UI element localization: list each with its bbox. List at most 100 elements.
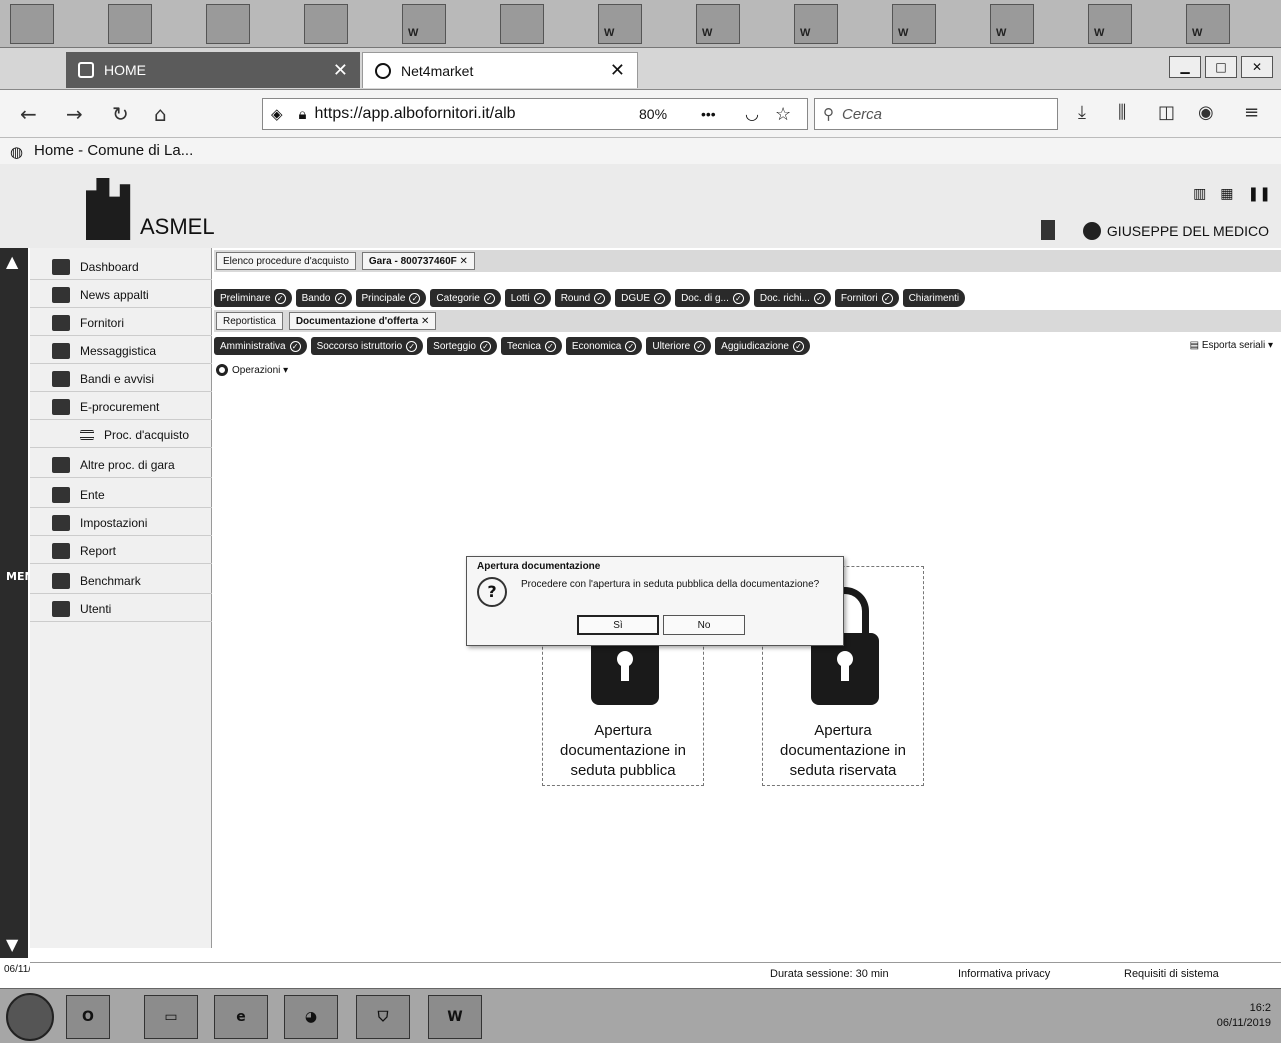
- window-thumbnail[interactable]: W: [598, 4, 642, 44]
- tab-home[interactable]: HOME ✕: [66, 52, 360, 88]
- page-actions-icon[interactable]: •••: [701, 106, 716, 122]
- bookmark-star-icon[interactable]: ☆: [775, 104, 791, 125]
- breadcrumb-gara[interactable]: Gara - 800737460F ✕: [361, 252, 475, 270]
- sidebar-item[interactable]: Bandi e avvisi: [30, 366, 212, 392]
- close-window-button[interactable]: ✕: [1241, 56, 1273, 78]
- back-icon[interactable]: ←: [20, 102, 37, 126]
- shield-icon[interactable]: ◈: [271, 105, 283, 123]
- window-thumbnail[interactable]: [304, 4, 348, 44]
- window-thumbnail[interactable]: W: [696, 4, 740, 44]
- close-tab-icon[interactable]: ✕: [333, 60, 348, 81]
- step-tab[interactable]: Sorteggio ✓: [427, 337, 497, 355]
- step-tab[interactable]: Amministrativa ✓: [214, 337, 307, 355]
- forward-icon[interactable]: →: [66, 102, 83, 126]
- thumbnail-label: W: [604, 27, 615, 39]
- folder-icon[interactable]: ▭: [144, 995, 198, 1039]
- sidebar-item[interactable]: Fornitori: [30, 310, 212, 336]
- step-tab[interactable]: Categorie ✓: [430, 289, 501, 307]
- step-tab[interactable]: Lotti ✓: [504, 289, 551, 307]
- step-tab[interactable]: Bando ✓: [295, 289, 352, 307]
- close-tab-icon[interactable]: ✕: [610, 60, 625, 81]
- extension-icon[interactable]: ◉: [1198, 102, 1214, 123]
- maximize-button[interactable]: □: [1205, 56, 1237, 78]
- breadcrumb-documentazione[interactable]: Documentazione d'offerta ✕: [288, 312, 437, 330]
- sidebar-item[interactable]: Utenti: [30, 596, 212, 622]
- sidebar-item[interactable]: Benchmark: [30, 568, 212, 594]
- layout-icon[interactable]: ▥: [1193, 186, 1206, 202]
- requirements-link[interactable]: Requisiti di sistema: [1124, 968, 1219, 980]
- confirm-dialog: Apertura documentazione ? Procedere con …: [466, 556, 844, 646]
- breadcrumb-reportistica[interactable]: Reportistica: [216, 312, 283, 330]
- chevron-up-icon[interactable]: ▲: [6, 252, 18, 271]
- breadcrumb-procedures[interactable]: Elenco procedure d'acquisto: [216, 252, 356, 270]
- home-icon[interactable]: ⌂: [154, 102, 167, 126]
- menu-icon[interactable]: ≡: [1244, 102, 1259, 123]
- privacy-link[interactable]: Informativa privacy: [958, 968, 1050, 980]
- sidebar-item[interactable]: Messaggistica: [30, 338, 212, 364]
- no-button[interactable]: No: [663, 615, 745, 635]
- minimize-button[interactable]: ▁: [1169, 56, 1201, 78]
- pocket-icon[interactable]: ◡: [745, 104, 759, 124]
- sidebar-icon[interactable]: ◫: [1158, 102, 1175, 123]
- grid-icon[interactable]: ▦: [1220, 186, 1233, 202]
- page-header: ASMEL ▥ ▦ ❚❚ GIUSEPPE DEL MEDICO: [0, 164, 1281, 248]
- menu-collapse-strip[interactable]: ▲ MENU ▼: [0, 248, 43, 958]
- step-tab[interactable]: DGUE ✓: [615, 289, 672, 307]
- lock-icon[interactable]: 🔒︎: [299, 106, 307, 123]
- outlook-icon[interactable]: O: [66, 995, 110, 1039]
- step-tab[interactable]: Fornitori ✓: [834, 289, 899, 307]
- window-thumbnail[interactable]: [108, 4, 152, 44]
- system-clock[interactable]: 16:2 06/11/2019: [1217, 1001, 1271, 1031]
- step-tab[interactable]: Preliminare ✓: [214, 289, 292, 307]
- sidebar-item[interactable]: Report: [30, 538, 212, 564]
- sidebar-item[interactable]: Impostazioni: [30, 510, 212, 536]
- word-icon[interactable]: W: [428, 995, 482, 1039]
- reload-icon[interactable]: ↻: [112, 102, 129, 126]
- start-button[interactable]: [6, 993, 54, 1041]
- library-icon[interactable]: ⫼: [1118, 102, 1126, 123]
- download-icon[interactable]: ⤓: [1078, 102, 1086, 123]
- yes-button[interactable]: Sì: [577, 615, 659, 635]
- search-input[interactable]: ⚲ Cerca: [814, 98, 1058, 130]
- bookmark-item[interactable]: Home - Comune di La...: [34, 142, 193, 159]
- chevron-down-icon[interactable]: ▼: [6, 935, 18, 954]
- sidebar-item[interactable]: Altre proc. di gara: [30, 452, 212, 478]
- user-menu[interactable]: GIUSEPPE DEL MEDICO: [1082, 222, 1269, 240]
- zoom-level[interactable]: 80%: [639, 106, 667, 122]
- sidebar-item[interactable]: Dashboard: [30, 254, 212, 280]
- step-tab[interactable]: Doc. richi... ✓: [753, 289, 831, 307]
- document-icon[interactable]: [1041, 220, 1055, 240]
- asmel-logo[interactable]: ASMEL: [86, 178, 216, 242]
- window-thumbnail[interactable]: W: [794, 4, 838, 44]
- tab-net4market[interactable]: Net4market ✕: [362, 52, 638, 88]
- sidebar-item[interactable]: News appalti: [30, 282, 212, 308]
- step-tab[interactable]: Doc. di g... ✓: [675, 289, 750, 307]
- operations-menu[interactable]: Operazioni ▾: [216, 364, 288, 376]
- window-thumbnail[interactable]: W: [892, 4, 936, 44]
- window-thumbnail[interactable]: [500, 4, 544, 44]
- window-thumbnail[interactable]: [206, 4, 250, 44]
- step-tab[interactable]: Chiarimenti: [902, 289, 966, 307]
- window-thumbnail[interactable]: [10, 4, 54, 44]
- step-tab[interactable]: Aggiudicazione ✓: [715, 337, 810, 355]
- step-tab[interactable]: Soccorso istruttorio ✓: [310, 337, 424, 355]
- window-thumbnail[interactable]: W: [402, 4, 446, 44]
- sidebar-item[interactable]: Ente: [30, 482, 212, 508]
- pause-icon[interactable]: ❚❚: [1248, 186, 1271, 202]
- ie-icon[interactable]: e: [214, 995, 268, 1039]
- window-thumbnail[interactable]: W: [1088, 4, 1132, 44]
- sidebar-item[interactable]: Proc. d'acquisto: [30, 422, 212, 448]
- window-thumbnail[interactable]: W: [1186, 4, 1230, 44]
- export-button[interactable]: ▤ Esporta seriali ▾: [1190, 340, 1273, 351]
- app-icon[interactable]: ◕: [284, 995, 338, 1039]
- step-tab[interactable]: Economica ✓: [565, 337, 643, 355]
- globe-icon: [375, 62, 391, 79]
- step-tab[interactable]: Ulteriore ✓: [646, 337, 712, 355]
- sidebar-item[interactable]: E-procurement: [30, 394, 212, 420]
- step-tab[interactable]: Round ✓: [554, 289, 612, 307]
- window-thumbnail[interactable]: W: [990, 4, 1034, 44]
- step-tab[interactable]: Principale ✓: [355, 289, 427, 307]
- url-bar[interactable]: ◈ 🔒︎ https://app.albofornitori.it/alb 80…: [262, 98, 808, 130]
- step-tab[interactable]: Tecnica ✓: [500, 337, 562, 355]
- shield-icon[interactable]: ⛉: [356, 995, 410, 1039]
